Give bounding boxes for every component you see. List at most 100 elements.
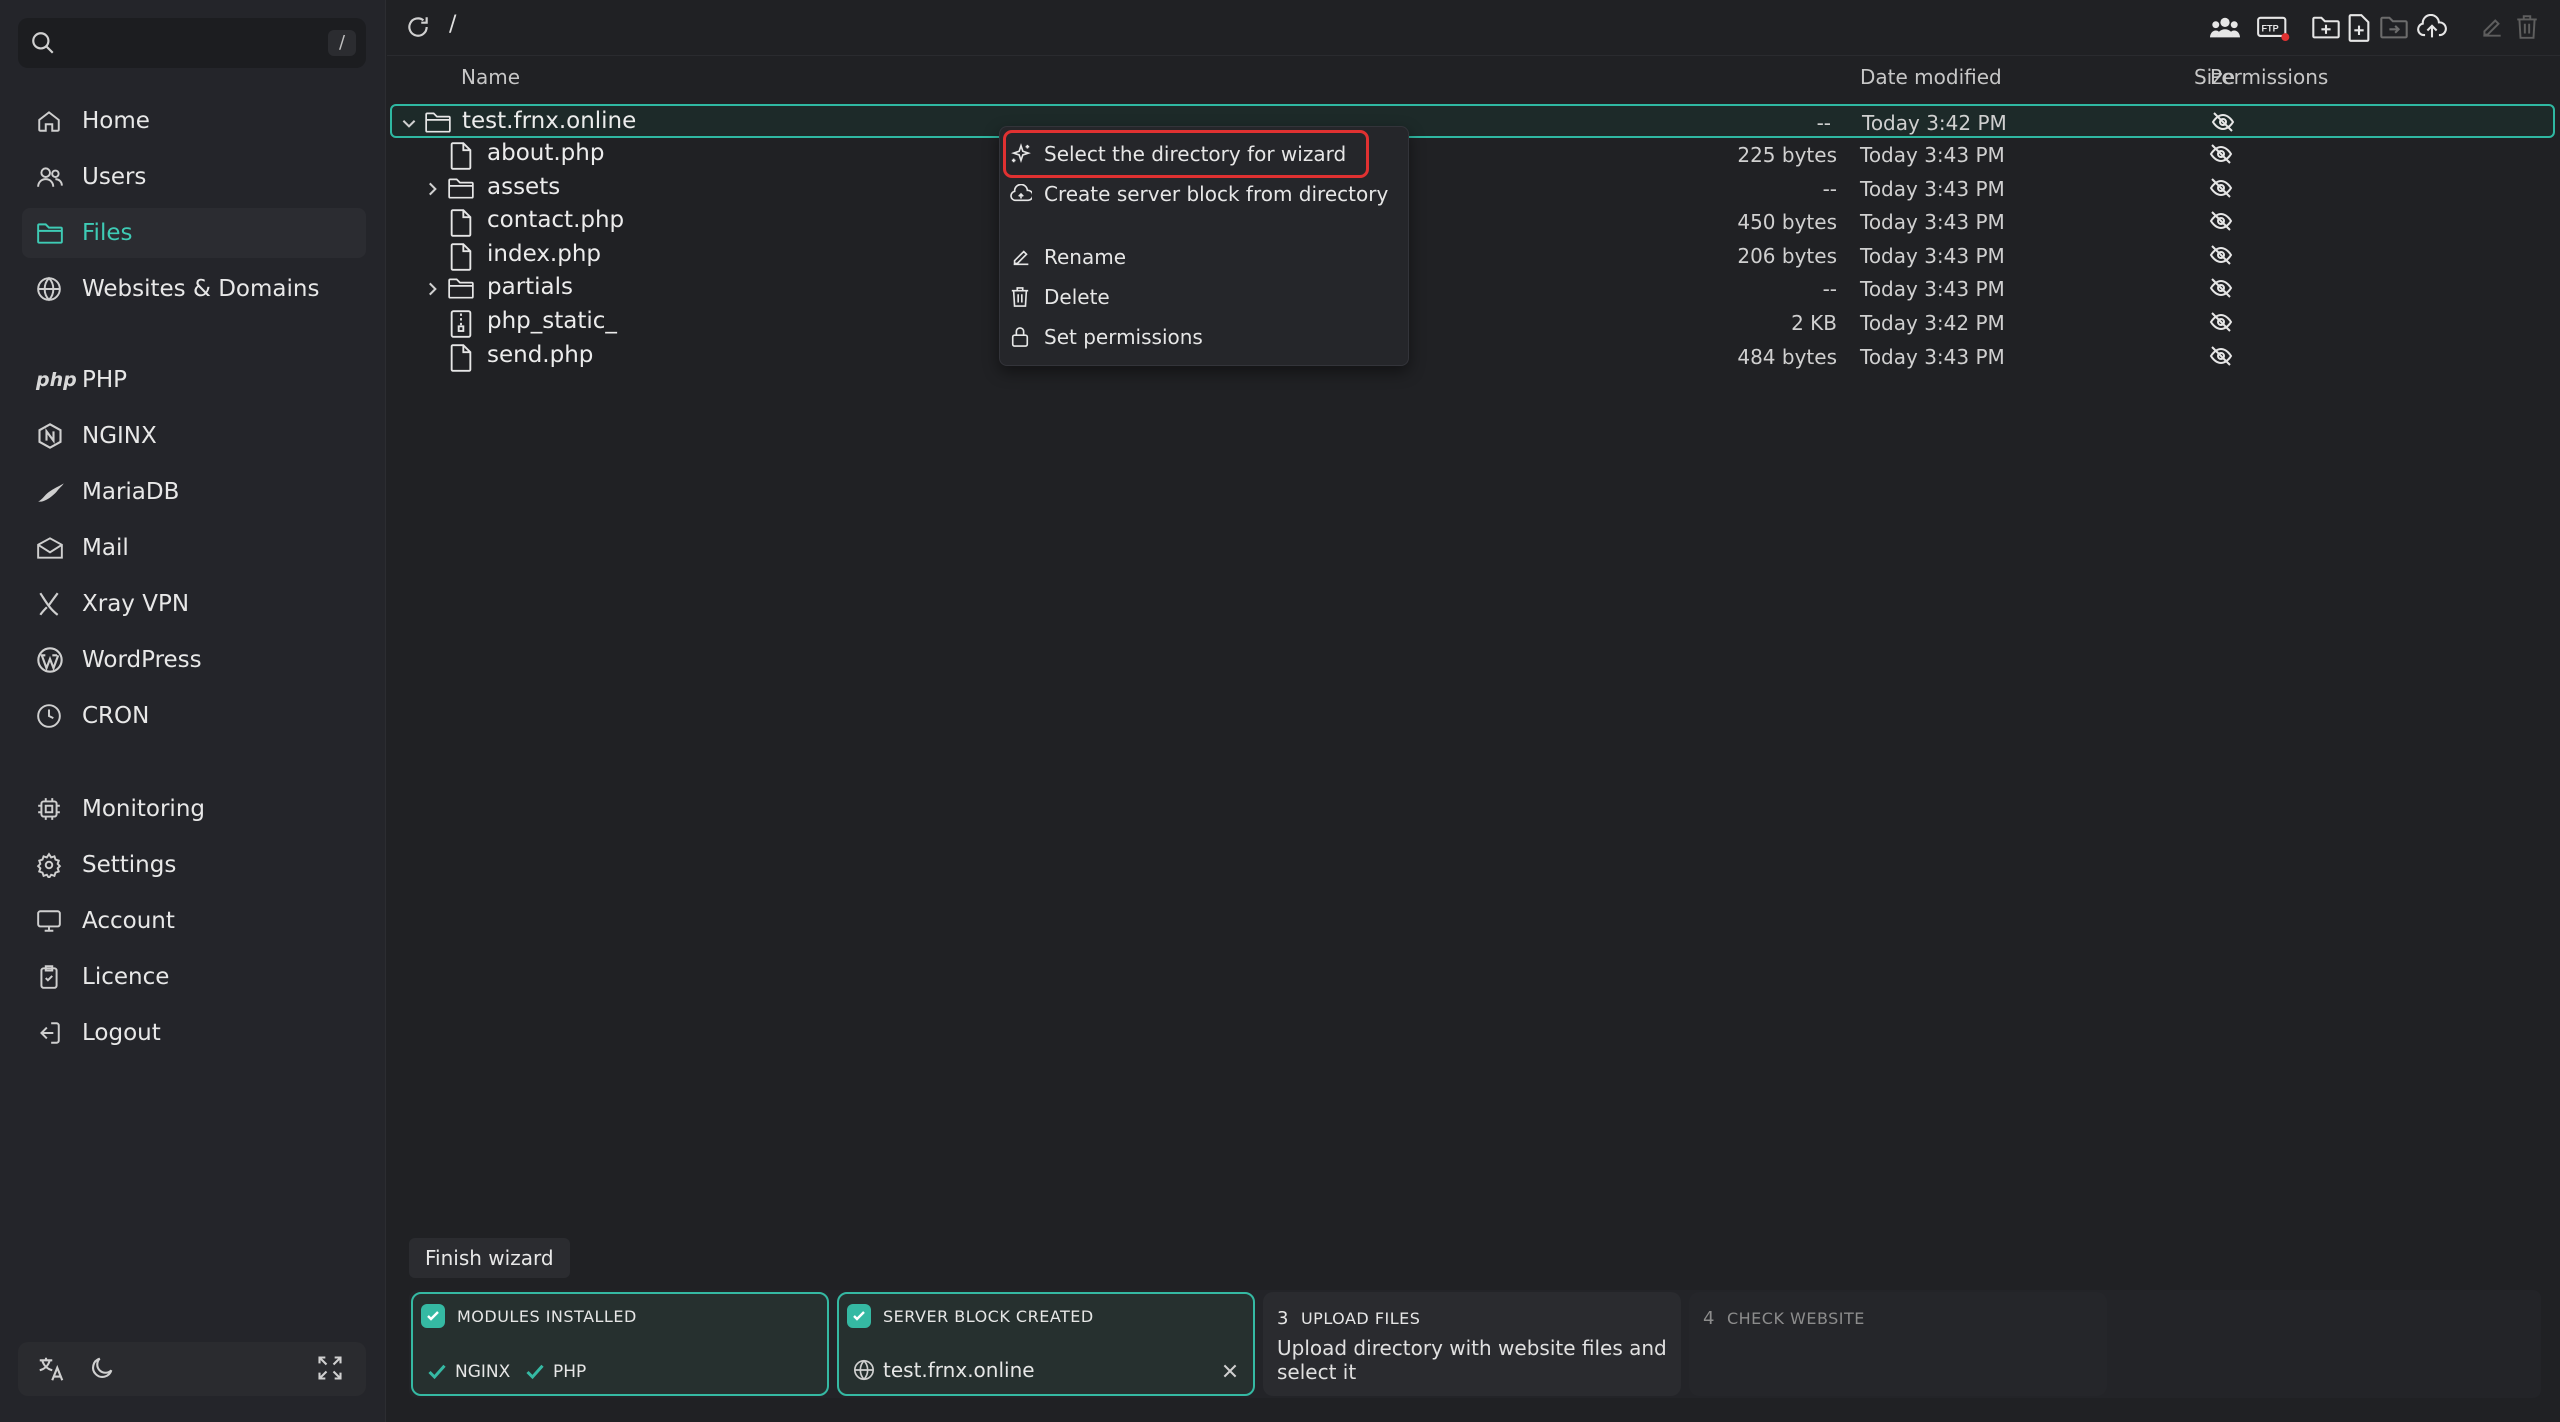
- file-date: Today 3:43 PM: [1860, 177, 2005, 201]
- context-menu-label: Create server block from directory: [1044, 182, 1389, 206]
- module-name: NGINX: [455, 1362, 511, 1382]
- eye-off-icon[interactable]: [2209, 178, 2233, 202]
- context-menu-delete[interactable]: Delete: [1010, 280, 1110, 314]
- context-menu-create-server-block[interactable]: Create server block from directory: [1010, 177, 1388, 211]
- svg-text:FTP: FTP: [2262, 23, 2279, 33]
- sidebar-item-wordpress[interactable]: WordPress: [22, 635, 366, 685]
- chevron-right-icon[interactable]: [423, 180, 441, 202]
- table-row[interactable]: index.php 206 bytes Today 3:43 PM: [387, 239, 2560, 273]
- sidebar-item-monitoring[interactable]: Monitoring: [22, 784, 366, 834]
- sidebar-item-label: Settings: [82, 852, 177, 878]
- context-menu-rename[interactable]: Rename: [1010, 240, 1126, 274]
- sidebar-item-files[interactable]: Files: [22, 208, 366, 258]
- users-share-icon[interactable]: [2210, 14, 2240, 44]
- upload-icon[interactable]: [2417, 13, 2447, 44]
- context-menu: Select the directory for wizard Create s…: [999, 126, 1409, 366]
- folder-icon: [447, 276, 475, 304]
- sidebar: / Home Users Files Websites & Domains ph…: [0, 0, 386, 1422]
- wordpress-icon: [36, 645, 72, 675]
- column-header-name[interactable]: Name: [461, 65, 520, 89]
- sidebar-item-label: Licence: [82, 964, 170, 990]
- eye-off-icon[interactable]: [2211, 112, 2235, 136]
- wizard-step-upload-files[interactable]: 3 UPLOAD FILES Upload directory with web…: [1263, 1292, 1681, 1396]
- refresh-icon[interactable]: [405, 14, 431, 44]
- eye-off-icon[interactable]: [2209, 346, 2233, 370]
- sidebar-item-websites-domains[interactable]: Websites & Domains: [22, 264, 366, 314]
- finish-wizard-button[interactable]: Finish wizard: [409, 1238, 570, 1278]
- sidebar-item-settings[interactable]: Settings: [22, 840, 366, 890]
- table-row[interactable]: php_static_ 2 KB Today 3:42 PM: [387, 306, 2560, 340]
- file-name: about.php: [487, 140, 605, 166]
- table-row[interactable]: test.frnx.online -- Today 3:42 PM: [390, 104, 2555, 138]
- checkbox-checked-icon: [421, 1304, 445, 1328]
- context-menu-select-for-wizard[interactable]: Select the directory for wizard: [1002, 130, 1370, 178]
- server-block-domain: test.frnx.online: [853, 1358, 1035, 1382]
- translate-icon[interactable]: [36, 1354, 66, 1388]
- chevron-down-icon[interactable]: [400, 114, 418, 136]
- licence-icon: [36, 962, 72, 992]
- sidebar-item-label: Files: [82, 220, 133, 246]
- trash-icon: [1010, 286, 1036, 308]
- eye-off-icon[interactable]: [2209, 312, 2233, 336]
- file-size: 2 KB: [1791, 311, 1837, 335]
- sidebar-item-label: Mail: [82, 535, 129, 561]
- module-tag-nginx: NGINX: [427, 1362, 510, 1382]
- chevron-right-icon[interactable]: [423, 280, 441, 302]
- table-row[interactable]: about.php 225 bytes Today 3:43 PM: [387, 138, 2560, 172]
- file-date: Today 3:42 PM: [1862, 111, 2007, 135]
- column-header-permissions[interactable]: Permissions: [2210, 65, 2328, 89]
- file-size: --: [1822, 177, 1837, 201]
- sidebar-item-home[interactable]: Home: [22, 96, 366, 146]
- gear-icon: [36, 850, 72, 880]
- sidebar-item-php[interactable]: php PHP: [22, 355, 366, 405]
- context-menu-label: Set permissions: [1044, 325, 1203, 349]
- cloud-icon: [1010, 184, 1036, 204]
- trash-icon: [2515, 14, 2539, 44]
- new-file-icon[interactable]: [2347, 14, 2371, 46]
- sidebar-item-account[interactable]: Account: [22, 896, 366, 946]
- file-size: 484 bytes: [1737, 345, 1837, 369]
- context-menu-label: Delete: [1044, 285, 1110, 309]
- moon-icon[interactable]: [88, 1354, 116, 1386]
- sidebar-item-label: CRON: [82, 703, 150, 729]
- nginx-icon: [36, 421, 72, 451]
- file-icon: [449, 344, 473, 376]
- sidebar-item-label: Account: [82, 908, 175, 934]
- context-menu-label: Rename: [1044, 245, 1127, 269]
- file-date: Today 3:43 PM: [1860, 244, 2005, 268]
- step-title: SERVER BLOCK CREATED: [883, 1306, 1094, 1326]
- sidebar-item-logout[interactable]: Logout: [22, 1008, 366, 1058]
- search-icon[interactable]: [30, 30, 56, 60]
- sidebar-footer: [18, 1342, 366, 1396]
- sidebar-item-label: PHP: [82, 367, 128, 393]
- sidebar-item-cron[interactable]: CRON: [22, 691, 366, 741]
- sidebar-item-licence[interactable]: Licence: [22, 952, 366, 1002]
- table-row[interactable]: partials -- Today 3:43 PM: [387, 272, 2560, 306]
- sidebar-item-users[interactable]: Users: [22, 152, 366, 202]
- file-date: Today 3:43 PM: [1860, 345, 2005, 369]
- sidebar-item-label: Monitoring: [82, 796, 205, 822]
- column-header-date[interactable]: Date modified: [1860, 65, 2002, 89]
- eye-off-icon[interactable]: [2209, 144, 2233, 168]
- fullscreen-icon[interactable]: [316, 1354, 344, 1386]
- sidebar-item-mariadb[interactable]: MariaDB: [22, 467, 366, 517]
- ftp-icon[interactable]: FTP: [2257, 14, 2291, 46]
- close-icon[interactable]: [1221, 1362, 1239, 1384]
- search-box[interactable]: /: [18, 18, 366, 68]
- eye-off-icon[interactable]: [2209, 278, 2233, 302]
- current-path: /: [449, 12, 457, 37]
- context-menu-set-permissions[interactable]: Set permissions: [1010, 320, 1203, 354]
- php-icon: php: [36, 369, 77, 391]
- eye-off-icon[interactable]: [2209, 245, 2233, 269]
- file-icon: [449, 142, 473, 174]
- sidebar-item-nginx[interactable]: NGINX: [22, 411, 366, 461]
- sidebar-item-xray-vpn[interactable]: Xray VPN: [22, 579, 366, 629]
- sidebar-item-label: MariaDB: [82, 479, 180, 505]
- eye-off-icon[interactable]: [2209, 211, 2233, 235]
- table-row[interactable]: send.php 484 bytes Today 3:43 PM: [387, 340, 2560, 374]
- table-row[interactable]: contact.php 450 bytes Today 3:43 PM: [387, 205, 2560, 239]
- table-row[interactable]: assets -- Today 3:43 PM: [387, 172, 2560, 206]
- new-folder-icon[interactable]: [2311, 14, 2341, 44]
- sidebar-item-mail[interactable]: Mail: [22, 523, 366, 573]
- mariadb-icon: [36, 477, 72, 507]
